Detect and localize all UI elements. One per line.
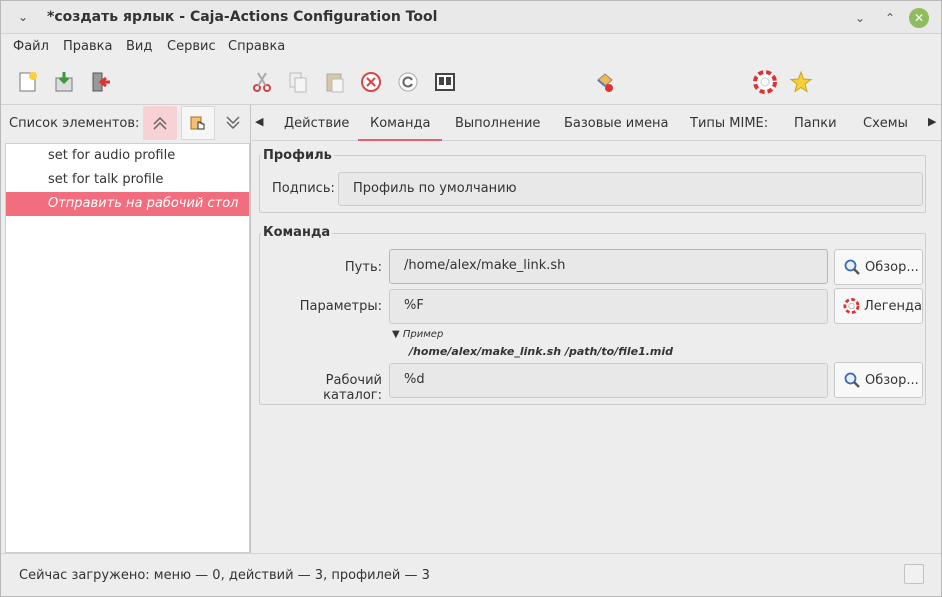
items-list-label: Список элементов: [9,116,140,131]
expander-triangle-icon: ▼ [392,329,400,340]
path-field[interactable]: /home/alex/make_link.sh [389,249,828,284]
workdir-label: Рабочий каталог: [323,373,382,403]
search-icon [844,259,860,275]
help-lifebuoy-icon [843,298,860,314]
list-item[interactable]: set for audio profile [6,144,249,168]
quit-icon[interactable] [88,69,114,95]
example-expander[interactable]: ▼ Пример [392,329,443,340]
about-icon[interactable] [788,69,814,95]
expand-up-icon[interactable] [143,106,177,140]
items-list: set for audio profile set for talk profi… [5,143,250,553]
workdir-browse-label: Обзор... [865,372,919,388]
path-browse-button[interactable]: Обзор... [834,249,923,285]
items-pane: Список элементов: set for audio profile … [1,105,251,553]
params-label: Параметры: [299,299,382,314]
window-title: *создать ярлык - Caja-Actions Configurat… [47,9,438,25]
workdir-browse-button[interactable]: Обзор... [834,362,923,398]
title-bar: ⌄ *создать ярлык - Caja-Actions Configur… [1,1,941,34]
delete-icon[interactable] [358,69,384,95]
import-icon[interactable] [592,69,618,95]
params-field[interactable]: %F [389,289,828,324]
tab-folders[interactable]: Папки [782,105,849,141]
resize-grip[interactable] [904,564,924,584]
close-icon[interactable]: ✕ [909,8,929,28]
tab-scroll-right-icon[interactable]: ▶ [928,115,936,128]
status-bar: Сейчас загружено: меню — 0, действий — 3… [1,553,941,596]
workdir-field[interactable]: %d [389,363,828,398]
menu-help[interactable]: Справка [228,39,285,54]
menu-bar: Файл Правка Вид Сервис Справка [1,35,941,59]
list-item[interactable]: set for talk profile [6,168,249,192]
caption-label: Подпись: [272,181,335,196]
cut-icon[interactable] [249,69,275,95]
search-icon [844,372,860,388]
example-label: Пример [402,329,444,340]
export-icon[interactable] [432,69,458,95]
status-text: Сейчас загружено: меню — 0, действий — 3… [19,568,430,583]
tab-bar: ◀ Действие Команда Выполнение Базовые им… [252,105,941,141]
path-browse-label: Обзор... [865,259,919,275]
toolbar [1,59,941,105]
window-menu-chevron-icon[interactable]: ⌄ [13,7,33,27]
maximize-icon[interactable]: ⌃ [879,7,901,29]
menu-edit[interactable]: Правка [63,39,112,54]
command-frame-title: Команда [261,225,333,240]
app-window: ⌄ *создать ярлык - Caja-Actions Configur… [0,0,942,597]
menu-tools[interactable]: Сервис [167,39,216,54]
collapse-down-icon[interactable] [216,106,250,140]
items-header: Список элементов: [1,105,251,141]
minimize-icon[interactable]: ⌄ [849,7,871,29]
editor-pane: ◀ Действие Команда Выполнение Базовые им… [252,105,941,553]
path-label: Путь: [344,260,382,275]
reload-icon[interactable] [395,69,421,95]
list-item-selected[interactable]: Отправить на рабочий стол [6,192,249,216]
help-icon[interactable] [752,69,778,95]
paste-icon[interactable] [322,69,348,95]
tab-scroll-left-icon[interactable]: ◀ [255,115,263,128]
caption-field[interactable]: Профиль по умолчанию [338,172,923,206]
hand-pointer-icon[interactable] [181,106,215,140]
example-text: /home/alex/make_link.sh /path/to/file1.m… [409,345,674,358]
legend-label: Легенда [863,298,922,314]
copy-icon[interactable] [285,69,311,95]
tab-action[interactable]: Действие [272,105,361,141]
new-document-icon[interactable] [15,69,41,95]
menu-file[interactable]: Файл [13,39,49,54]
tab-basenames[interactable]: Базовые имена [552,105,681,141]
tab-schemes[interactable]: Схемы [851,105,920,141]
save-icon[interactable] [51,69,77,95]
legend-button[interactable]: Легенда [834,288,923,324]
tab-mime-types[interactable]: Типы MIME: [678,105,780,141]
profile-frame-title: Профиль [261,148,334,163]
tab-execution[interactable]: Выполнение [443,105,552,141]
menu-view[interactable]: Вид [126,39,152,54]
tab-command[interactable]: Команда [358,105,443,141]
